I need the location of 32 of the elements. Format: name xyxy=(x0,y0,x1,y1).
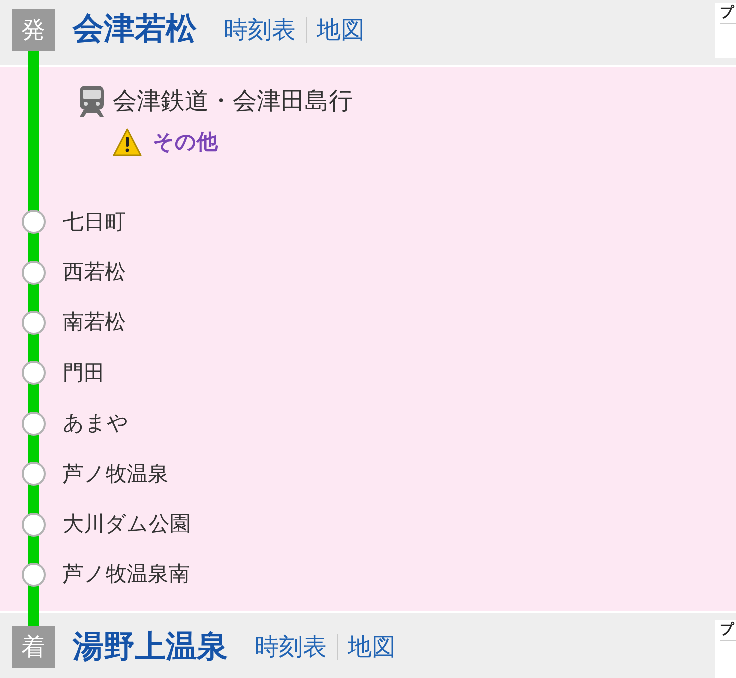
card-title: プ xyxy=(720,5,736,21)
stop-marker-icon xyxy=(22,462,46,486)
timetable-link[interactable]: 時刻表 xyxy=(224,18,296,42)
stop-name: 芦ノ牧温泉 xyxy=(63,464,169,485)
arrival-badge: 着 xyxy=(12,626,55,668)
departure-badge: 発 xyxy=(12,8,55,50)
card-title: プ xyxy=(720,622,736,638)
side-card[interactable]: プ xyxy=(715,3,736,58)
stop-marker-icon xyxy=(22,562,46,587)
side-card[interactable]: プ xyxy=(715,620,736,678)
stop-name: 南若松 xyxy=(63,312,126,334)
stop-marker-icon xyxy=(22,361,46,386)
stop-marker-icon xyxy=(22,210,46,234)
map-link[interactable]: 地図 xyxy=(348,635,396,659)
stop-marker-icon xyxy=(22,512,46,537)
stop-name: 芦ノ牧温泉南 xyxy=(63,564,190,586)
stop-name: あまや xyxy=(63,413,129,434)
station-name-link[interactable]: 湯野上温泉 xyxy=(73,632,228,662)
timetable-link[interactable]: 時刻表 xyxy=(255,635,327,659)
map-link[interactable]: 地図 xyxy=(317,18,365,42)
stop-name: 大川ダム公園 xyxy=(63,514,191,536)
stop-name: 門田 xyxy=(63,362,105,384)
stop-marker-icon xyxy=(22,260,46,285)
stop-name: 七日町 xyxy=(63,212,126,233)
warning-icon xyxy=(113,128,142,156)
station-name-link[interactable]: 会津若松 xyxy=(73,14,197,45)
stop-marker-icon xyxy=(22,412,46,436)
stop-marker-icon xyxy=(22,310,46,335)
notice-text: その他 xyxy=(153,132,218,152)
line-name: 会津鉄道・会津田島行 xyxy=(113,89,353,113)
stop-name: 西若松 xyxy=(63,262,126,284)
train-icon xyxy=(78,85,106,117)
